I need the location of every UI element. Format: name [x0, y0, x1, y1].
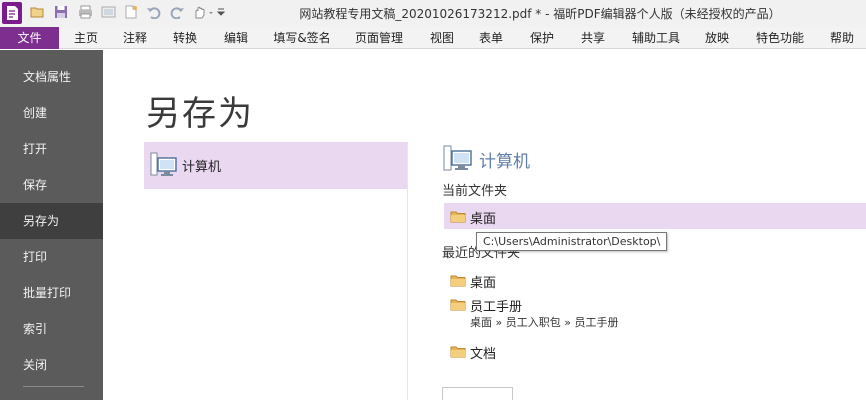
folder-name: 员工手册 — [470, 300, 523, 315]
tab-protect[interactable]: 保护 — [524, 27, 560, 49]
section-title: 计算机 — [479, 152, 530, 172]
panel-divider — [407, 142, 408, 400]
customize-icon[interactable] — [216, 5, 226, 22]
recent-folder-item[interactable]: 员工手册 桌面 » 员工入职包 » 员工手册 — [444, 291, 744, 331]
nav-close[interactable]: 关闭 — [0, 347, 103, 383]
nav-create[interactable]: 创建 — [0, 95, 103, 131]
window-title: 网站教程专用文稿_20201026173212.pdf * - 福昕PDF编辑器… — [299, 7, 781, 21]
tab-convert[interactable]: 转换 — [167, 27, 203, 49]
tab-features[interactable]: 特色功能 — [749, 27, 811, 49]
new-icon[interactable] — [122, 5, 140, 22]
tab-accessibility[interactable]: 辅助工具 — [626, 27, 686, 49]
computer-icon — [443, 145, 473, 176]
title-bar: 网站教程专用文稿_20201026173212.pdf * - 福昕PDF编辑器… — [0, 0, 866, 27]
location-computer[interactable]: 计算机 — [144, 142, 407, 189]
nav-divider — [23, 386, 84, 387]
folder-name: 文档 — [470, 347, 497, 362]
page-title: 另存为 — [146, 94, 254, 134]
tab-slideshow[interactable]: 放映 — [699, 27, 735, 49]
folder-icon — [450, 274, 466, 290]
tab-fill-sign[interactable]: 填写&签名 — [271, 27, 333, 49]
hand-tool-icon[interactable] — [192, 5, 218, 22]
recent-folder-item[interactable]: 桌面 — [444, 267, 744, 293]
path-tooltip: C:\Users\Administrator\Desktop\ — [476, 232, 668, 251]
print-icon[interactable] — [76, 5, 94, 22]
nav-open[interactable]: 打开 — [0, 131, 103, 167]
save-as-panel: 另存为 计算机 计算机 当前文件夹 桌面 最近的文件夹 桌面 员工手册 桌面 »… — [103, 50, 866, 400]
tab-forms[interactable]: 表单 — [473, 27, 509, 49]
tab-share[interactable]: 共享 — [575, 27, 611, 49]
tab-edit[interactable]: 编辑 — [218, 27, 254, 49]
tab-comment[interactable]: 注释 — [117, 27, 153, 49]
tab-home[interactable]: 主页 — [68, 27, 104, 49]
ribbon-tabs: 文件 主页 注释 转换 编辑 填写&签名 页面管理 视图 表单 保护 共享 辅助… — [0, 27, 866, 49]
folder-icon — [450, 345, 466, 361]
folder-name: 桌面 — [470, 212, 497, 227]
folder-icon — [450, 210, 466, 226]
recent-folder-item[interactable]: 文档 — [444, 338, 744, 364]
tab-help[interactable]: 帮助 — [822, 27, 862, 49]
nav-index[interactable]: 索引 — [0, 311, 103, 347]
nav-print[interactable]: 打印 — [0, 239, 103, 275]
scan-icon[interactable] — [99, 5, 117, 22]
folder-name: 桌面 — [470, 276, 497, 291]
nav-save[interactable]: 保存 — [0, 167, 103, 203]
folder-icon — [450, 298, 466, 314]
tab-file[interactable]: 文件 — [0, 27, 59, 49]
redo-icon[interactable] — [168, 5, 186, 22]
nav-batch-print[interactable]: 批量打印 — [0, 275, 103, 311]
computer-icon — [150, 152, 178, 181]
browse-button[interactable] — [442, 387, 513, 400]
folder-path: 桌面 » 员工入职包 » 员工手册 — [470, 316, 619, 329]
folder-open-icon[interactable] — [29, 5, 47, 22]
location-label: 计算机 — [182, 160, 222, 175]
nav-save-as[interactable]: 另存为 — [0, 203, 103, 239]
tab-page-management[interactable]: 页面管理 — [349, 27, 409, 49]
current-folder-item[interactable]: 桌面 — [444, 203, 866, 229]
current-folder-label: 当前文件夹 — [442, 184, 508, 199]
file-menu-sidebar: 文档属性 创建 打开 保存 另存为 打印 批量打印 索引 关闭 — [0, 50, 103, 400]
undo-icon[interactable] — [145, 5, 163, 22]
nav-document-properties[interactable]: 文档属性 — [0, 59, 103, 95]
save-icon[interactable] — [52, 5, 70, 22]
tab-view[interactable]: 视图 — [424, 27, 460, 49]
foxit-logo-icon — [2, 2, 22, 24]
